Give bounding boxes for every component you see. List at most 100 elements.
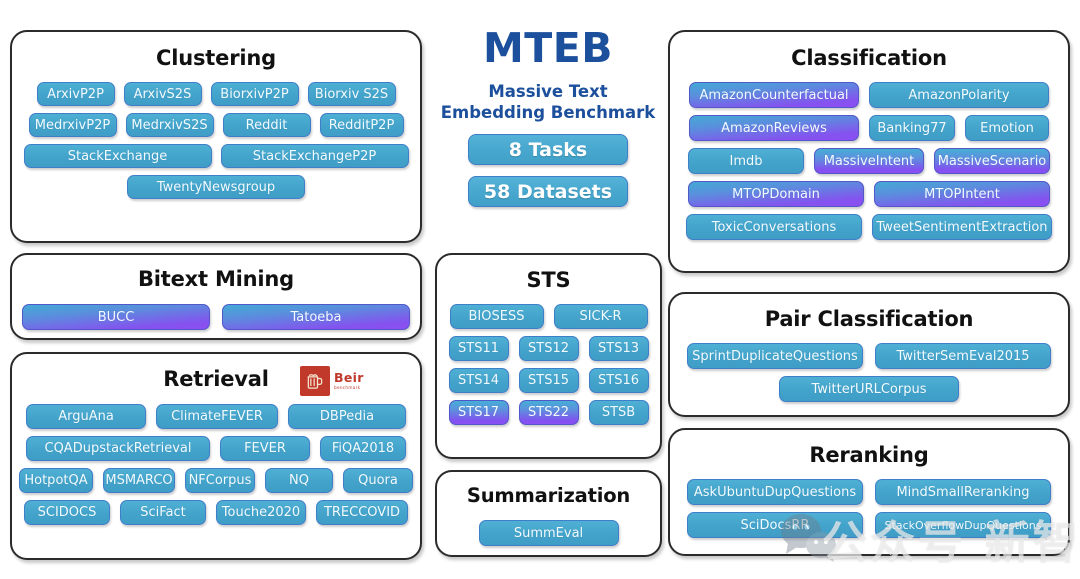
dataset-chip[interactable]: STSB — [588, 400, 649, 425]
panel-retrieval: Retrieval Beir benchmark ArguAna ClimateF… — [10, 352, 422, 560]
dataset-chip[interactable]: StackExchange — [23, 144, 212, 168]
panel-clustering: Clustering ArxivP2P ArxivS2S BiorxivP2P Bio… — [10, 30, 422, 243]
panel-title-clustering: Clustering — [156, 46, 276, 70]
mteb-branding: MTEB Massive Text Embedding Benchmark 8 … — [430, 24, 666, 208]
dataset-chip[interactable]: STS12 — [518, 336, 579, 361]
dataset-chip[interactable]: StackOverflowDupQuestions — [875, 512, 1051, 538]
dataset-chip[interactable]: TRECCOVID — [316, 500, 408, 525]
dataset-chip[interactable]: RedditP2P — [319, 113, 404, 137]
chip-row: ToxicConversations TweetSentimentExtracti… — [670, 214, 1068, 240]
dataset-chip[interactable]: SICK-R — [553, 304, 648, 329]
dataset-chip[interactable]: SprintDuplicateQuestions — [687, 343, 863, 369]
beir-word: Beir — [334, 369, 364, 385]
chip-rows-summarization: SummEval — [437, 520, 660, 546]
dataset-chip[interactable]: Tatoeba — [222, 304, 410, 330]
dataset-chip[interactable]: MindSmallReranking — [875, 479, 1051, 505]
dataset-chip[interactable]: Banking77 — [869, 115, 955, 141]
dataset-chip[interactable]: AmazonPolarity — [869, 82, 1049, 108]
chip-rows-clustering: ArxivP2P ArxivS2S BiorxivP2P Biorxiv S2S Med… — [12, 82, 420, 199]
dataset-chip[interactable]: HotpotQA — [19, 468, 93, 493]
chip-row: MedrxivP2P MedrxivS2S Reddit RedditP2P — [12, 113, 420, 137]
dataset-chip[interactable]: TwitterURLCorpus — [779, 376, 959, 402]
dataset-chip[interactable]: Touche2020 — [216, 500, 306, 525]
dataset-chip[interactable]: MTOPDomain — [688, 181, 864, 207]
dataset-chip[interactable]: TwitterSemEval2015 — [875, 343, 1051, 369]
dataset-chip[interactable]: SciFact — [120, 500, 206, 525]
dataset-chip[interactable]: NQ — [265, 468, 333, 493]
dataset-chip[interactable]: SCIDOCS — [24, 500, 110, 525]
chip-row: BUCC Tatoeba — [12, 304, 420, 330]
chip-row: BIOSESS SICK-R — [437, 304, 660, 329]
dataset-chip[interactable]: STS13 — [588, 336, 649, 361]
dataset-chip[interactable]: ToxicConversations — [686, 214, 862, 240]
dataset-chip[interactable]: Quora — [343, 468, 413, 493]
dataset-chip[interactable]: MSMARCO — [103, 468, 175, 493]
chip-rows-sts: BIOSESS SICK-R STS11 STS12 STS13 STS14 STS15 ST… — [437, 304, 660, 425]
panel-title-summarization: Summarization — [466, 484, 631, 507]
chip-row: STS11 STS12 STS13 — [437, 336, 660, 361]
chip-row: TwentyNewsgroup — [12, 175, 420, 199]
chip-row: StackExchange StackExchangeP2P — [12, 144, 420, 168]
chip-row: ArguAna ClimateFEVER DBPedia — [12, 404, 420, 429]
chip-row: Imdb MassiveIntent MassiveScenario — [670, 148, 1068, 174]
dataset-chip[interactable]: MassiveScenario — [934, 148, 1050, 174]
panel-reranking: Reranking AskUbuntuDupQuestions MindSmall… — [668, 428, 1070, 556]
beir-tagline: benchmark — [334, 385, 361, 391]
chip-row: HotpotQA MSMARCO NFCorpus NQ Quora — [12, 468, 420, 493]
dataset-chip[interactable]: NFCorpus — [185, 468, 255, 493]
beir-logo: Beir benchmark — [300, 366, 364, 396]
dataset-chip[interactable]: BiorxivP2P — [210, 82, 299, 106]
subtitle-line-1: Massive Text — [488, 82, 608, 101]
dataset-chip[interactable]: CQADupstackRetrieval — [26, 436, 210, 461]
dataset-chip[interactable]: STS17 — [448, 400, 509, 425]
chip-rows-pair-classification: SprintDuplicateQuestions TwitterSemEval20… — [670, 343, 1068, 402]
dataset-chip[interactable]: BIOSESS — [449, 304, 544, 329]
dataset-chip[interactable]: MedrxivP2P — [28, 113, 117, 137]
chip-row: MTOPDomain MTOPIntent — [670, 181, 1068, 207]
dataset-chip[interactable]: STS22 — [518, 400, 579, 425]
dataset-chip[interactable]: StackExchangeP2P — [220, 144, 409, 168]
dataset-chip[interactable]: STS15 — [518, 368, 579, 393]
chip-row: SprintDuplicateQuestions TwitterSemEval20… — [670, 343, 1068, 369]
dataset-chip[interactable]: STS16 — [588, 368, 649, 393]
dataset-chip[interactable]: BUCC — [22, 304, 210, 330]
chip-rows-reranking: AskUbuntuDupQuestions MindSmallReranking S… — [670, 479, 1068, 538]
dataset-chip[interactable]: FEVER — [220, 436, 310, 461]
dataset-chip[interactable]: ClimateFEVER — [156, 404, 278, 429]
dataset-chip[interactable]: STS11 — [448, 336, 509, 361]
dataset-chip[interactable]: MTOPIntent — [874, 181, 1050, 207]
dataset-chip[interactable]: ArguAna — [26, 404, 146, 429]
dataset-chip[interactable]: MassiveIntent — [814, 148, 924, 174]
chip-row: ArxivP2P ArxivS2S BiorxivP2P Biorxiv S2S — [12, 82, 420, 106]
dataset-chip[interactable]: ArxivP2P — [36, 82, 115, 106]
panel-title-bitext-mining: Bitext Mining — [137, 267, 294, 291]
dataset-chip[interactable]: Biorxiv S2S — [307, 82, 396, 106]
chip-rows-retrieval: ArguAna ClimateFEVER DBPedia CQADupstackRet… — [12, 404, 420, 525]
page-subtitle: Massive Text Embedding Benchmark — [430, 81, 666, 123]
dataset-chip[interactable]: Reddit — [222, 113, 311, 137]
dataset-chip[interactable]: SummEval — [478, 520, 619, 546]
chip-row: TwitterURLCorpus — [670, 376, 1068, 402]
chip-row: AmazonReviews Banking77 Emotion — [670, 115, 1068, 141]
panel-bitext-mining: Bitext Mining BUCC Tatoeba — [10, 253, 422, 340]
dataset-chip[interactable]: AskUbuntuDupQuestions — [687, 479, 863, 505]
dataset-chip[interactable]: SciDocsRR — [687, 512, 863, 538]
dataset-chip[interactable]: DBPedia — [288, 404, 406, 429]
panel-title-pair-classification: Pair Classification — [764, 307, 974, 331]
dataset-chip[interactable]: TweetSentimentExtraction — [872, 214, 1052, 240]
dataset-chip[interactable]: Emotion — [965, 115, 1049, 141]
chip-rows-bitext-mining: BUCC Tatoeba — [12, 304, 420, 330]
dataset-chip[interactable]: STS14 — [448, 368, 509, 393]
chip-row: STS17 STS22 STSB — [437, 400, 660, 425]
dataset-chip[interactable]: AmazonCounterfactual — [689, 82, 859, 108]
dataset-chip[interactable]: AmazonReviews — [689, 115, 859, 141]
panel-summarization: Summarization SummEval — [435, 470, 662, 557]
panel-classification: Classification AmazonCounterfactual Amazo… — [668, 30, 1070, 273]
chip-row: CQADupstackRetrieval FEVER FiQA2018 — [12, 436, 420, 461]
chip-row: SCIDOCS SciFact Touche2020 TRECCOVID — [12, 500, 420, 525]
dataset-chip[interactable]: TwentyNewsgroup — [127, 175, 305, 199]
dataset-chip[interactable]: Imdb — [688, 148, 804, 174]
dataset-chip[interactable]: ArxivS2S — [123, 82, 202, 106]
dataset-chip[interactable]: FiQA2018 — [320, 436, 406, 461]
dataset-chip[interactable]: MedrxivS2S — [125, 113, 214, 137]
